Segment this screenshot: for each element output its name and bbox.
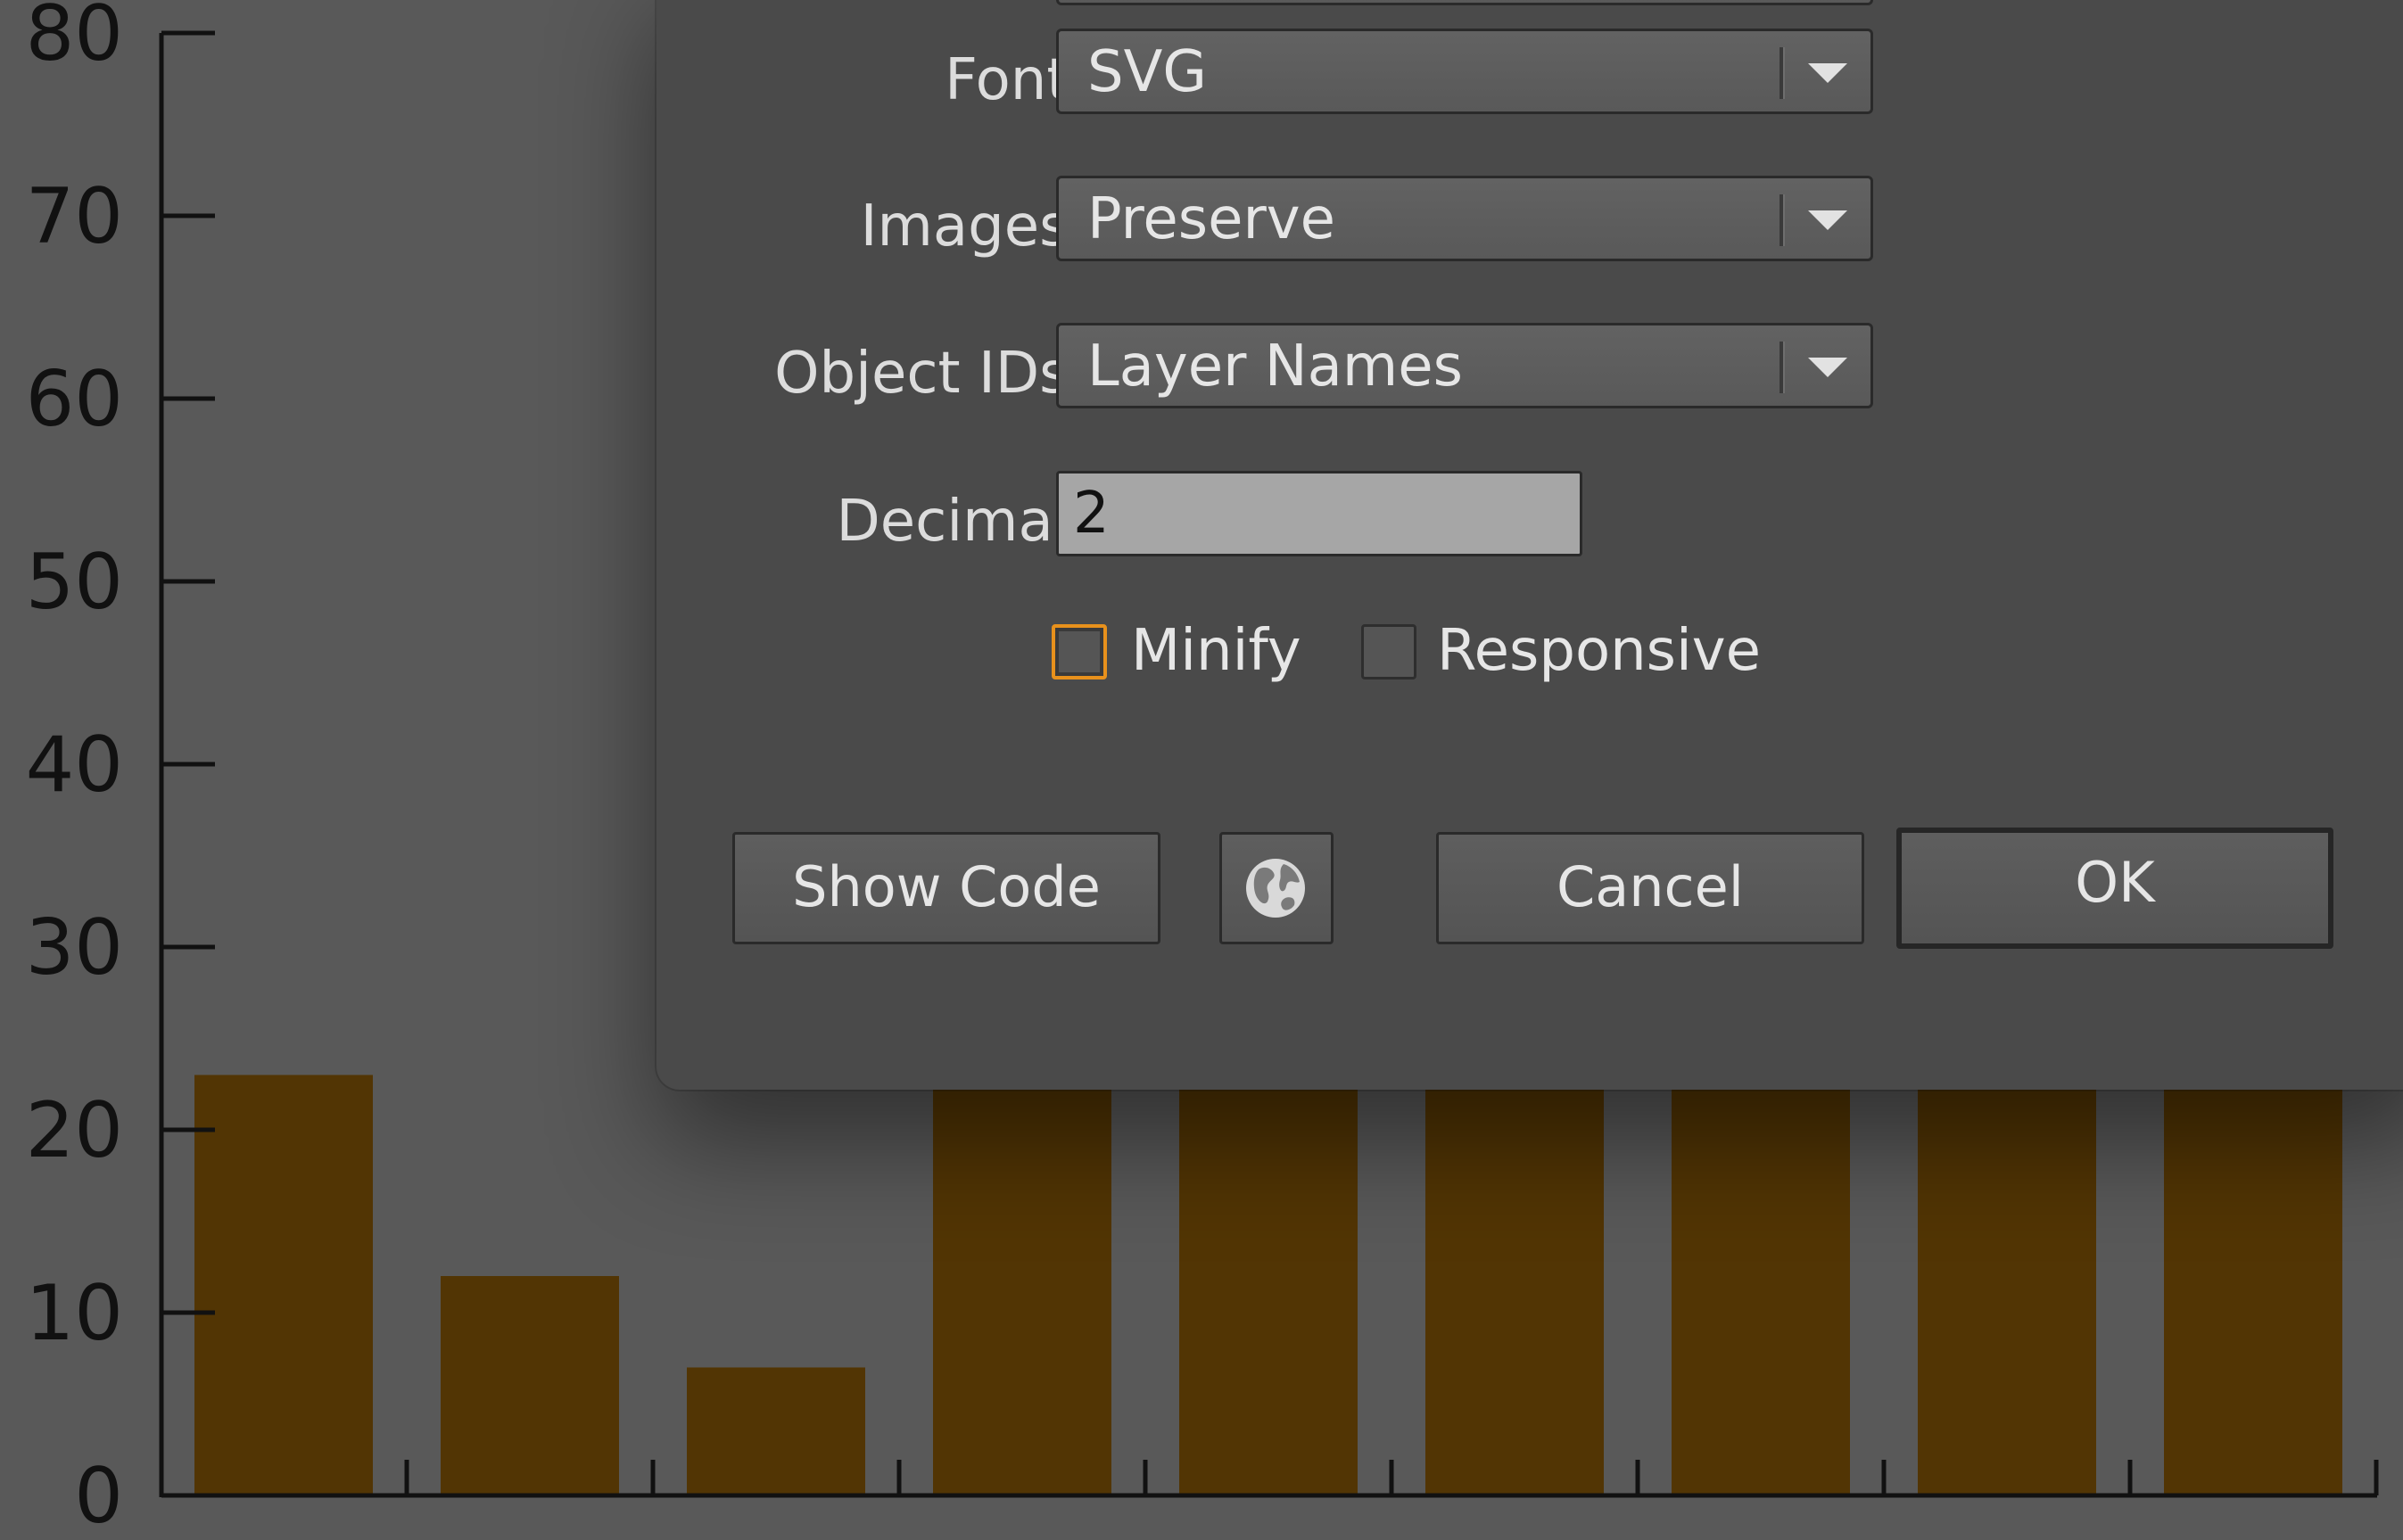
y-tick-label: 60 bbox=[26, 355, 123, 444]
chevron-down-icon bbox=[1808, 63, 1847, 83]
bar bbox=[687, 1367, 865, 1495]
bar bbox=[1425, 1057, 1604, 1495]
bar bbox=[1918, 1057, 2096, 1495]
images-dropdown-value: Preserve bbox=[1087, 186, 1336, 252]
font-label: Font: bbox=[945, 47, 1088, 113]
minify-checkbox[interactable] bbox=[1052, 624, 1107, 679]
minify-label[interactable]: Minify bbox=[1131, 615, 1301, 687]
y-tick-label: 30 bbox=[26, 903, 123, 992]
chevron-down-icon bbox=[1808, 210, 1847, 230]
bar bbox=[1672, 1057, 1850, 1495]
y-tick-label: 50 bbox=[26, 538, 123, 627]
svg-options-dialog: Font: SVG Images: Preserve Object IDs: L… bbox=[656, 0, 2403, 1090]
decimal-label: Decimal: bbox=[836, 489, 1088, 555]
bar bbox=[441, 1276, 619, 1495]
responsive-checkbox[interactable] bbox=[1361, 624, 1416, 679]
y-tick-label: 10 bbox=[26, 1269, 123, 1358]
y-tick-label: 20 bbox=[26, 1086, 123, 1175]
dropdown-separator bbox=[1780, 194, 1785, 246]
bars bbox=[194, 1057, 2342, 1495]
bar bbox=[1179, 1057, 1358, 1495]
y-tick-label: 70 bbox=[26, 172, 123, 261]
bar bbox=[933, 1057, 1111, 1495]
dropdown-separator bbox=[1780, 47, 1785, 99]
y-tick-label: 80 bbox=[26, 0, 123, 78]
online-help-button[interactable] bbox=[1219, 832, 1334, 944]
dropdown-separator bbox=[1780, 342, 1785, 393]
images-label: Images: bbox=[860, 194, 1088, 259]
decimal-input[interactable] bbox=[1056, 471, 1582, 556]
top-partial-dropdown[interactable] bbox=[1056, 0, 1873, 5]
font-dropdown[interactable]: SVG bbox=[1056, 29, 1873, 114]
bar bbox=[2164, 1057, 2342, 1495]
object-ids-dropdown-value: Layer Names bbox=[1087, 334, 1463, 399]
object-ids-dropdown[interactable]: Layer Names bbox=[1056, 323, 1873, 408]
cancel-button[interactable]: Cancel bbox=[1436, 832, 1864, 944]
show-code-button[interactable]: Show Code bbox=[732, 832, 1160, 944]
chevron-down-icon bbox=[1808, 358, 1847, 377]
font-dropdown-value: SVG bbox=[1087, 39, 1207, 105]
images-dropdown[interactable]: Preserve bbox=[1056, 176, 1873, 261]
y-tick-label: 40 bbox=[26, 721, 123, 810]
globe-icon bbox=[1246, 859, 1305, 918]
object-ids-label: Object IDs: bbox=[774, 341, 1088, 407]
responsive-label[interactable]: Responsive bbox=[1437, 615, 1761, 687]
bar bbox=[194, 1075, 373, 1495]
ok-button[interactable]: OK bbox=[1896, 828, 2333, 949]
y-tick-label: 0 bbox=[74, 1452, 123, 1540]
